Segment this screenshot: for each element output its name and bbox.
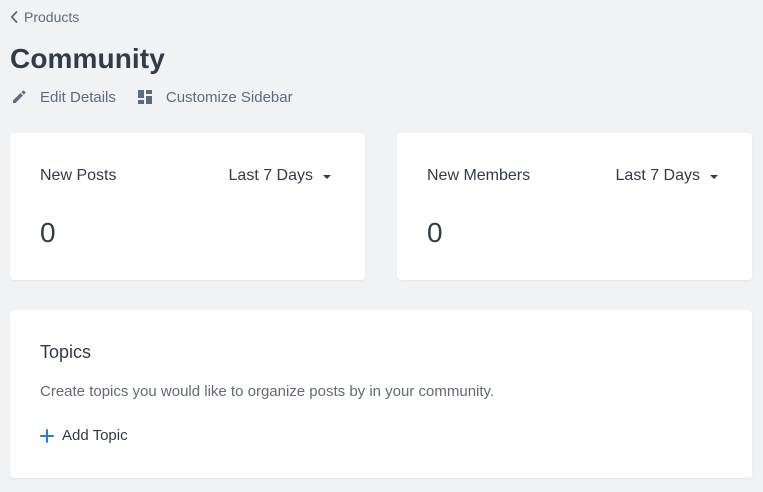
new-posts-range-dropdown[interactable]: Last 7 Days <box>229 167 331 185</box>
new-members-range-dropdown[interactable]: Last 7 Days <box>616 167 718 185</box>
caret-down-icon <box>710 175 718 179</box>
new-posts-card-header: New Posts Last 7 Days <box>40 166 331 186</box>
edit-details-label: Edit Details <box>40 88 116 106</box>
new-members-label: New Members <box>427 167 531 184</box>
new-posts-range-value: Last 7 Days <box>228 167 313 184</box>
new-posts-card: New Posts Last 7 Days 0 <box>10 133 365 280</box>
header-actions: Edit Details Customize Sidebar <box>10 86 293 108</box>
plus-icon <box>40 429 54 443</box>
new-members-card-header: New Members Last 7 Days <box>427 166 718 186</box>
new-posts-label: New Posts <box>40 167 117 184</box>
topics-card: Topics Create topics you would like to o… <box>10 310 752 478</box>
topics-description: Create topics you would like to organize… <box>40 383 495 400</box>
chevron-left-icon <box>10 11 18 23</box>
add-topic-button[interactable]: Add Topic <box>40 427 128 445</box>
breadcrumb-label: Products <box>24 9 80 25</box>
add-topic-label: Add Topic <box>62 427 128 444</box>
edit-details-button[interactable]: Edit Details <box>10 88 116 106</box>
caret-down-icon <box>323 175 331 179</box>
customize-sidebar-button[interactable]: Customize Sidebar <box>136 88 293 106</box>
new-members-value: 0 <box>427 217 443 248</box>
new-members-card: New Members Last 7 Days 0 <box>397 133 752 280</box>
page-title: Community <box>10 43 165 74</box>
new-members-range-value: Last 7 Days <box>615 167 700 184</box>
breadcrumb[interactable]: Products <box>10 8 79 26</box>
dashboard-layout-icon <box>136 88 154 106</box>
topics-title: Topics <box>40 342 92 362</box>
customize-sidebar-label: Customize Sidebar <box>165 88 293 106</box>
pencil-icon <box>10 88 28 106</box>
new-posts-value: 0 <box>40 217 56 248</box>
